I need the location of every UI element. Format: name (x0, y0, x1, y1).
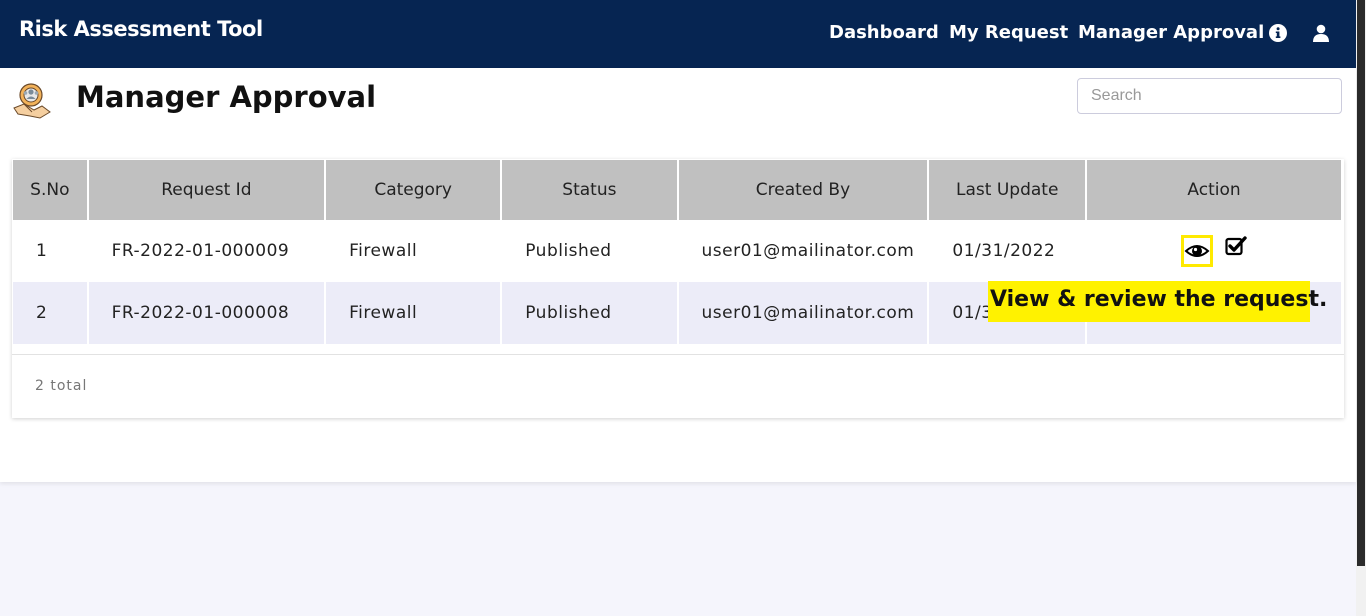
cell-status: Published (501, 220, 679, 282)
cell-request-id: FR-2022-01-000009 (87, 220, 327, 282)
header-category[interactable]: Category (325, 160, 503, 220)
header-action: Action (1086, 160, 1341, 220)
cell-last-update: 01/31/2022 (928, 220, 1088, 282)
main-panel: Manager Approval S.No Request Id Categor… (0, 68, 1356, 482)
nav-dashboard[interactable]: Dashboard (829, 22, 939, 43)
cell-sno: 2 (13, 282, 89, 344)
check-square-icon (1225, 235, 1247, 255)
header-status[interactable]: Status (501, 160, 679, 220)
header-sno[interactable]: S.No (13, 160, 89, 220)
table-row: 1 FR-2022-01-000009 Firewall Published u… (13, 220, 1341, 282)
table-header-row: S.No Request Id Category Status Created … (13, 160, 1341, 220)
search-input[interactable] (1077, 78, 1342, 114)
table-footer-divider (12, 354, 1344, 355)
cell-category: Firewall (325, 282, 503, 344)
approve-request-button[interactable] (1225, 235, 1247, 261)
eye-icon (1184, 245, 1210, 257)
info-icon[interactable] (1269, 24, 1287, 47)
header-last-update[interactable]: Last Update (928, 160, 1088, 220)
vertical-scrollbar[interactable] (1356, 0, 1366, 616)
cell-created-by: user01@mailinator.com (677, 282, 930, 344)
cell-action (1086, 220, 1341, 282)
app-brand[interactable]: Risk Assessment Tool (19, 17, 263, 41)
nav-manager-approval[interactable]: Manager Approval (1078, 22, 1264, 43)
cell-request-id: FR-2022-01-000008 (87, 282, 327, 344)
cell-status: Published (501, 282, 679, 344)
top-navbar: Risk Assessment Tool Dashboard My Reques… (0, 0, 1356, 68)
manager-approval-icon (12, 82, 52, 125)
user-icon[interactable] (1313, 24, 1329, 47)
total-count: 2 total (35, 378, 88, 394)
scrollbar-thumb[interactable] (1357, 0, 1365, 566)
nav-my-request[interactable]: My Request (949, 22, 1068, 43)
cell-sno: 1 (13, 220, 89, 282)
header-created-by[interactable]: Created By (677, 160, 930, 220)
page-title: Manager Approval (76, 80, 377, 114)
view-request-button[interactable] (1181, 235, 1214, 267)
cell-created-by: user01@mailinator.com (677, 220, 930, 282)
annotation-callout: View & review the request. (988, 281, 1327, 322)
cell-category: Firewall (325, 220, 503, 282)
header-request-id[interactable]: Request Id (87, 160, 327, 220)
